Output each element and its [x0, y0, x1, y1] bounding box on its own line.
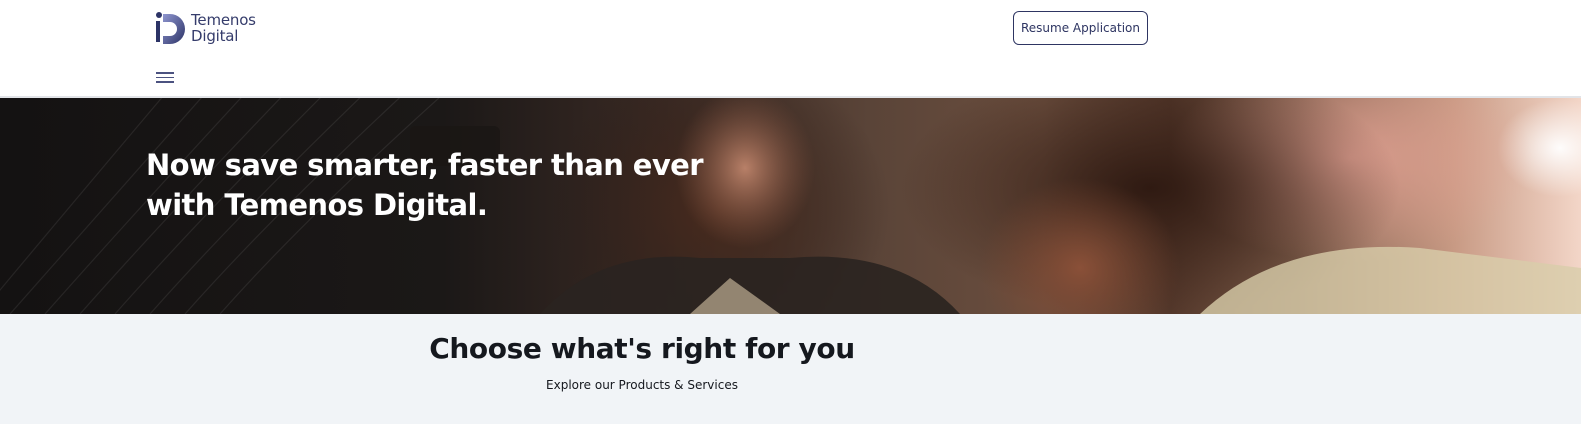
- hamburger-menu-icon[interactable]: [156, 72, 174, 86]
- logo-wordmark: Temenos Digital: [191, 12, 256, 44]
- hero-title: Now save smarter, faster than ever with …: [146, 148, 704, 222]
- temenos-d-logo-icon: [156, 12, 185, 44]
- section-title: Choose what's right for you: [429, 332, 855, 365]
- site-header: Temenos Digital Resume Application: [0, 0, 1581, 98]
- resume-application-button[interactable]: Resume Application: [1013, 11, 1148, 45]
- logo-line-2: Digital: [191, 27, 239, 45]
- logo-line-1: Temenos: [191, 11, 256, 29]
- temenos-logo[interactable]: Temenos Digital: [155, 10, 256, 46]
- products-section: Choose what's right for you Explore our …: [0, 314, 1581, 424]
- section-subtitle: Explore our Products & Services: [546, 378, 738, 392]
- hero-banner: Now save smarter, faster than ever with …: [0, 98, 1581, 314]
